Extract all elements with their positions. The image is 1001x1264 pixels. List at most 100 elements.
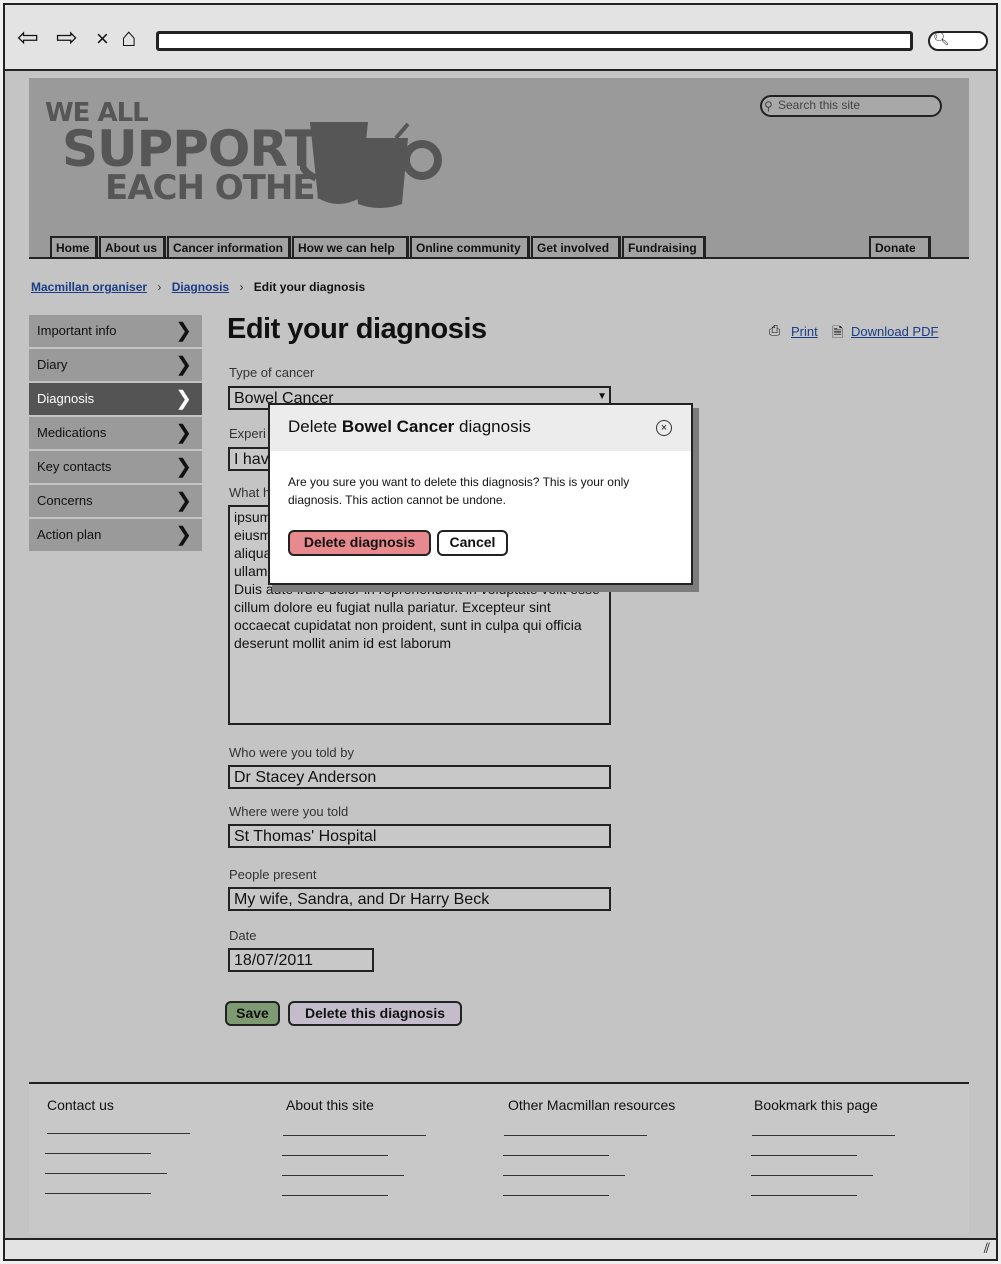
back-icon[interactable]: ⇦	[17, 24, 39, 50]
footer-link-placeholder[interactable]	[47, 1133, 190, 1134]
chevron-right-icon: ❯	[175, 524, 192, 546]
where-told-field[interactable]: St Thomas' Hospital	[228, 824, 611, 848]
chevron-right-icon: ❯	[175, 422, 192, 444]
chevron-right-icon: ❯	[175, 456, 192, 478]
footer-link-placeholder[interactable]	[503, 1175, 625, 1176]
close-icon[interactable]: ×	[96, 26, 109, 52]
dialog-title-prefix: Delete	[288, 417, 342, 436]
download-pdf-link[interactable]: Download PDF	[851, 324, 938, 339]
footer-heading-about[interactable]: About this site	[286, 1097, 374, 1113]
sidebar-item-medications[interactable]: Medications ❯	[29, 417, 202, 449]
sidebar-item-label: Diary	[37, 357, 68, 372]
sidebar-item-label: Diagnosis	[37, 391, 95, 406]
breadcrumb-current: Edit your diagnosis	[253, 280, 366, 294]
cancel-button[interactable]: Cancel	[437, 530, 508, 556]
footer-link-placeholder[interactable]	[503, 1155, 609, 1156]
dialog-header: Delete Bowel Cancer diagnosis	[270, 405, 691, 451]
footer-link-placeholder[interactable]	[503, 1195, 609, 1196]
footer-link-placeholder[interactable]	[751, 1195, 857, 1196]
where-told-label: Where were you told	[229, 804, 349, 819]
chevron-right-icon: ›	[157, 280, 162, 294]
footer-heading-bookmark[interactable]: Bookmark this page	[754, 1097, 878, 1113]
nav-tab-online-community[interactable]: Online community	[410, 236, 530, 258]
site-search-placeholder: Search this site	[778, 98, 861, 112]
textarea-line: cillum dolore eu fugiat nulla pariatur. …	[234, 599, 551, 615]
footer-heading-resources[interactable]: Other Macmillan resources	[508, 1097, 675, 1113]
type-of-cancer-label: Type of cancer	[229, 365, 315, 380]
pdf-icon: 🗎︎	[832, 324, 844, 340]
sidebar-item-diagnosis[interactable]: Diagnosis ❯	[29, 383, 202, 415]
sidebar-item-label: Concerns	[37, 493, 93, 508]
home-icon[interactable]: ⌂	[121, 24, 137, 50]
dialog-close-icon[interactable]: ×	[656, 420, 672, 436]
dialog-title-cancer: Bowel Cancer	[341, 417, 455, 436]
search-icon: 🔍︎	[933, 31, 950, 46]
experience-label: Experi	[229, 426, 266, 441]
sidebar-item-action-plan[interactable]: Action plan ❯	[29, 519, 202, 551]
nav-tab-get-involved[interactable]: Get involved	[531, 236, 621, 258]
chevron-right-icon: ❯	[175, 320, 192, 342]
footer-link-placeholder[interactable]	[45, 1173, 167, 1174]
textarea-line: occaecat cupidatat non proident, sunt in…	[234, 617, 582, 633]
header-divider	[29, 257, 969, 259]
people-present-field[interactable]: My wife, Sandra, and Dr Harry Beck	[228, 887, 611, 911]
chevron-right-icon: ❯	[175, 388, 192, 410]
breadcrumb: Macmillan organiser › Diagnosis › Edit y…	[31, 280, 365, 294]
confirm-delete-button[interactable]: Delete diagnosis	[288, 530, 431, 556]
resize-grip-icon[interactable]: ⫽	[984, 1240, 990, 1257]
date-label: Date	[229, 928, 257, 943]
footer-link-placeholder[interactable]	[751, 1175, 873, 1176]
save-button[interactable]: Save	[225, 1001, 280, 1026]
browser-status-bar: ⫽	[5, 1238, 996, 1259]
chevron-right-icon: ❯	[175, 354, 192, 376]
footer-link-placeholder[interactable]	[45, 1153, 151, 1154]
dialog-title-suffix: diagnosis	[454, 417, 531, 436]
browser-search-field[interactable]: 🔍︎	[928, 31, 988, 51]
sidebar-item-key-contacts[interactable]: Key contacts ❯	[29, 451, 202, 483]
footer-link-placeholder[interactable]	[45, 1193, 151, 1194]
nav-tab-home[interactable]: Home	[50, 236, 98, 258]
chevron-right-icon: ›	[239, 280, 244, 294]
breadcrumb-link-organiser[interactable]: Macmillan organiser	[31, 280, 147, 294]
what-happened-label: What h	[229, 485, 271, 500]
footer-heading-contact[interactable]: Contact us	[47, 1097, 114, 1113]
main-nav: Home About us Cancer information How we …	[0, 236, 1001, 258]
sidebar-item-important-info[interactable]: Important info ❯	[29, 315, 202, 347]
page-title: Edit your diagnosis	[227, 313, 487, 345]
chevron-down-icon[interactable]: ▼	[597, 391, 607, 402]
told-by-label: Who were you told by	[229, 745, 355, 760]
search-icon: ⚲	[764, 99, 773, 113]
cups-logo-icon	[297, 118, 445, 208]
chevron-right-icon: ❯	[175, 490, 192, 512]
nav-tab-how-we-can-help[interactable]: How we can help	[292, 236, 409, 258]
nav-tab-about-us[interactable]: About us	[99, 236, 166, 258]
delete-diagnosis-button[interactable]: Delete this diagnosis	[288, 1001, 462, 1026]
sidebar-item-diary[interactable]: Diary ❯	[29, 349, 202, 381]
footer-link-placeholder[interactable]	[751, 1155, 857, 1156]
textarea-line: deserunt mollit anim id est laborum	[234, 635, 452, 651]
printer-icon: ⎙	[769, 322, 781, 338]
date-field[interactable]: 18/07/2011	[228, 948, 374, 972]
footer-link-placeholder[interactable]	[282, 1155, 388, 1156]
sidebar-item-concerns[interactable]: Concerns ❯	[29, 485, 202, 517]
print-link[interactable]: Print	[791, 324, 818, 339]
site-search-input[interactable]: ⚲ Search this site	[760, 95, 942, 117]
sidebar-item-label: Important info	[37, 323, 117, 338]
nav-tab-fundraising[interactable]: Fundraising	[622, 236, 706, 258]
people-present-label: People present	[229, 867, 317, 882]
nav-tab-cancer-information[interactable]: Cancer information	[167, 236, 291, 258]
forward-icon[interactable]: ⇨	[56, 24, 78, 50]
footer-link-placeholder[interactable]	[504, 1135, 647, 1136]
sidebar-item-label: Medications	[37, 425, 107, 440]
footer-link-placeholder[interactable]	[283, 1135, 426, 1136]
told-by-field[interactable]: Dr Stacey Anderson	[228, 765, 611, 789]
breadcrumb-link-diagnosis[interactable]: Diagnosis	[172, 280, 229, 294]
nav-tab-donate[interactable]: Donate	[869, 236, 931, 258]
url-bar[interactable]	[156, 31, 913, 51]
footer-link-placeholder[interactable]	[282, 1175, 404, 1176]
dialog-message: Are you sure you want to delete this dia…	[288, 475, 630, 507]
sidebar-item-label: Action plan	[37, 527, 102, 542]
sidebar-item-label: Key contacts	[37, 459, 112, 474]
footer-link-placeholder[interactable]	[282, 1195, 388, 1196]
footer-link-placeholder[interactable]	[752, 1135, 895, 1136]
